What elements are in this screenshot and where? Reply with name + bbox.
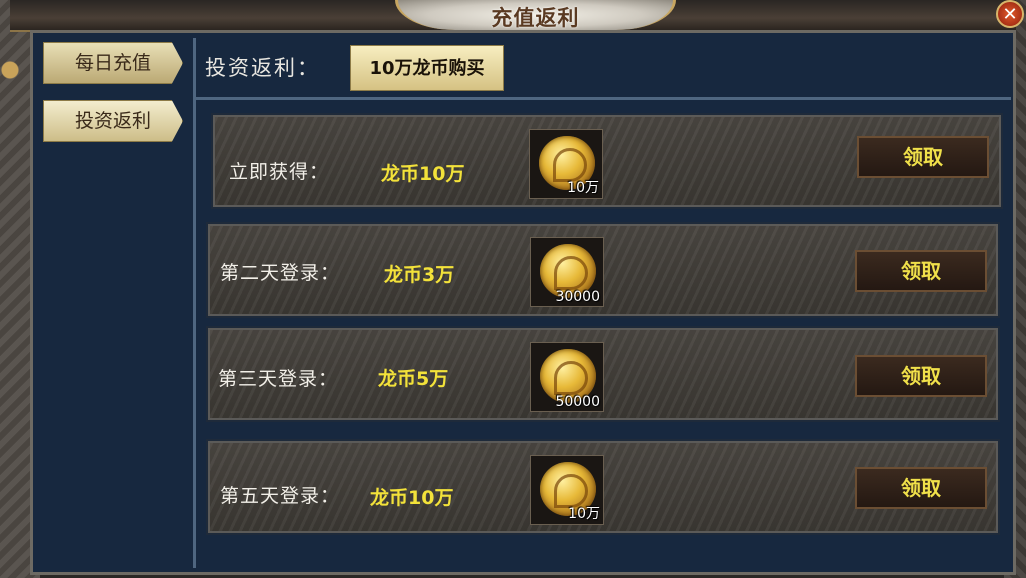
reward-row: 第三天登录： 龙币5万 50000 领取	[206, 326, 1000, 422]
reward-amount: 龙币10万	[370, 487, 454, 509]
reward-row: 第五天登录： 龙币10万 10万 领取	[206, 439, 1000, 535]
reward-condition: 第二天登录：	[220, 262, 341, 284]
claim-button[interactable]: 领取	[857, 136, 989, 178]
buy-button[interactable]: 10万龙币购买	[350, 45, 504, 91]
reward-item-slot[interactable]: 30000	[530, 237, 604, 307]
sidebar-item-daily-recharge[interactable]: 每日充值	[43, 42, 183, 84]
reward-item-slot[interactable]: 50000	[530, 342, 604, 412]
reward-condition: 第五天登录：	[220, 485, 341, 507]
reward-item-slot[interactable]: 10万	[529, 129, 603, 199]
reward-condition: 立即获得：	[229, 161, 330, 183]
reward-item-slot[interactable]: 10万	[530, 455, 604, 525]
coin-quantity: 50000	[555, 394, 600, 410]
coin-quantity: 10万	[567, 180, 599, 196]
section-label: 投资返利：	[205, 56, 320, 80]
coin-quantity: 30000	[555, 289, 600, 305]
reward-amount: 龙币3万	[384, 264, 455, 286]
coin-quantity: 10万	[568, 506, 600, 522]
reward-condition: 第三天登录：	[218, 368, 339, 390]
reward-amount: 龙币10万	[381, 163, 465, 185]
close-icon[interactable]: ✕	[996, 0, 1024, 28]
header-divider	[196, 97, 1011, 100]
title-bar: 充值返利	[10, 0, 1016, 32]
reward-amount: 龙币5万	[378, 368, 449, 390]
title-plate: 充值返利	[395, 0, 676, 30]
reward-row: 第二天登录： 龙币3万 30000 领取	[206, 222, 1000, 318]
window-title: 充值返利	[491, 6, 580, 30]
claim-button[interactable]: 领取	[855, 467, 987, 509]
sidebar: 每日充值 投资返利	[38, 38, 196, 568]
reward-row: 立即获得： 龙币10万 10万 领取	[211, 113, 1003, 209]
claim-button[interactable]: 领取	[855, 355, 987, 397]
sidebar-item-investment-rebate[interactable]: 投资返利	[43, 100, 183, 142]
claim-button[interactable]: 领取	[855, 250, 987, 292]
